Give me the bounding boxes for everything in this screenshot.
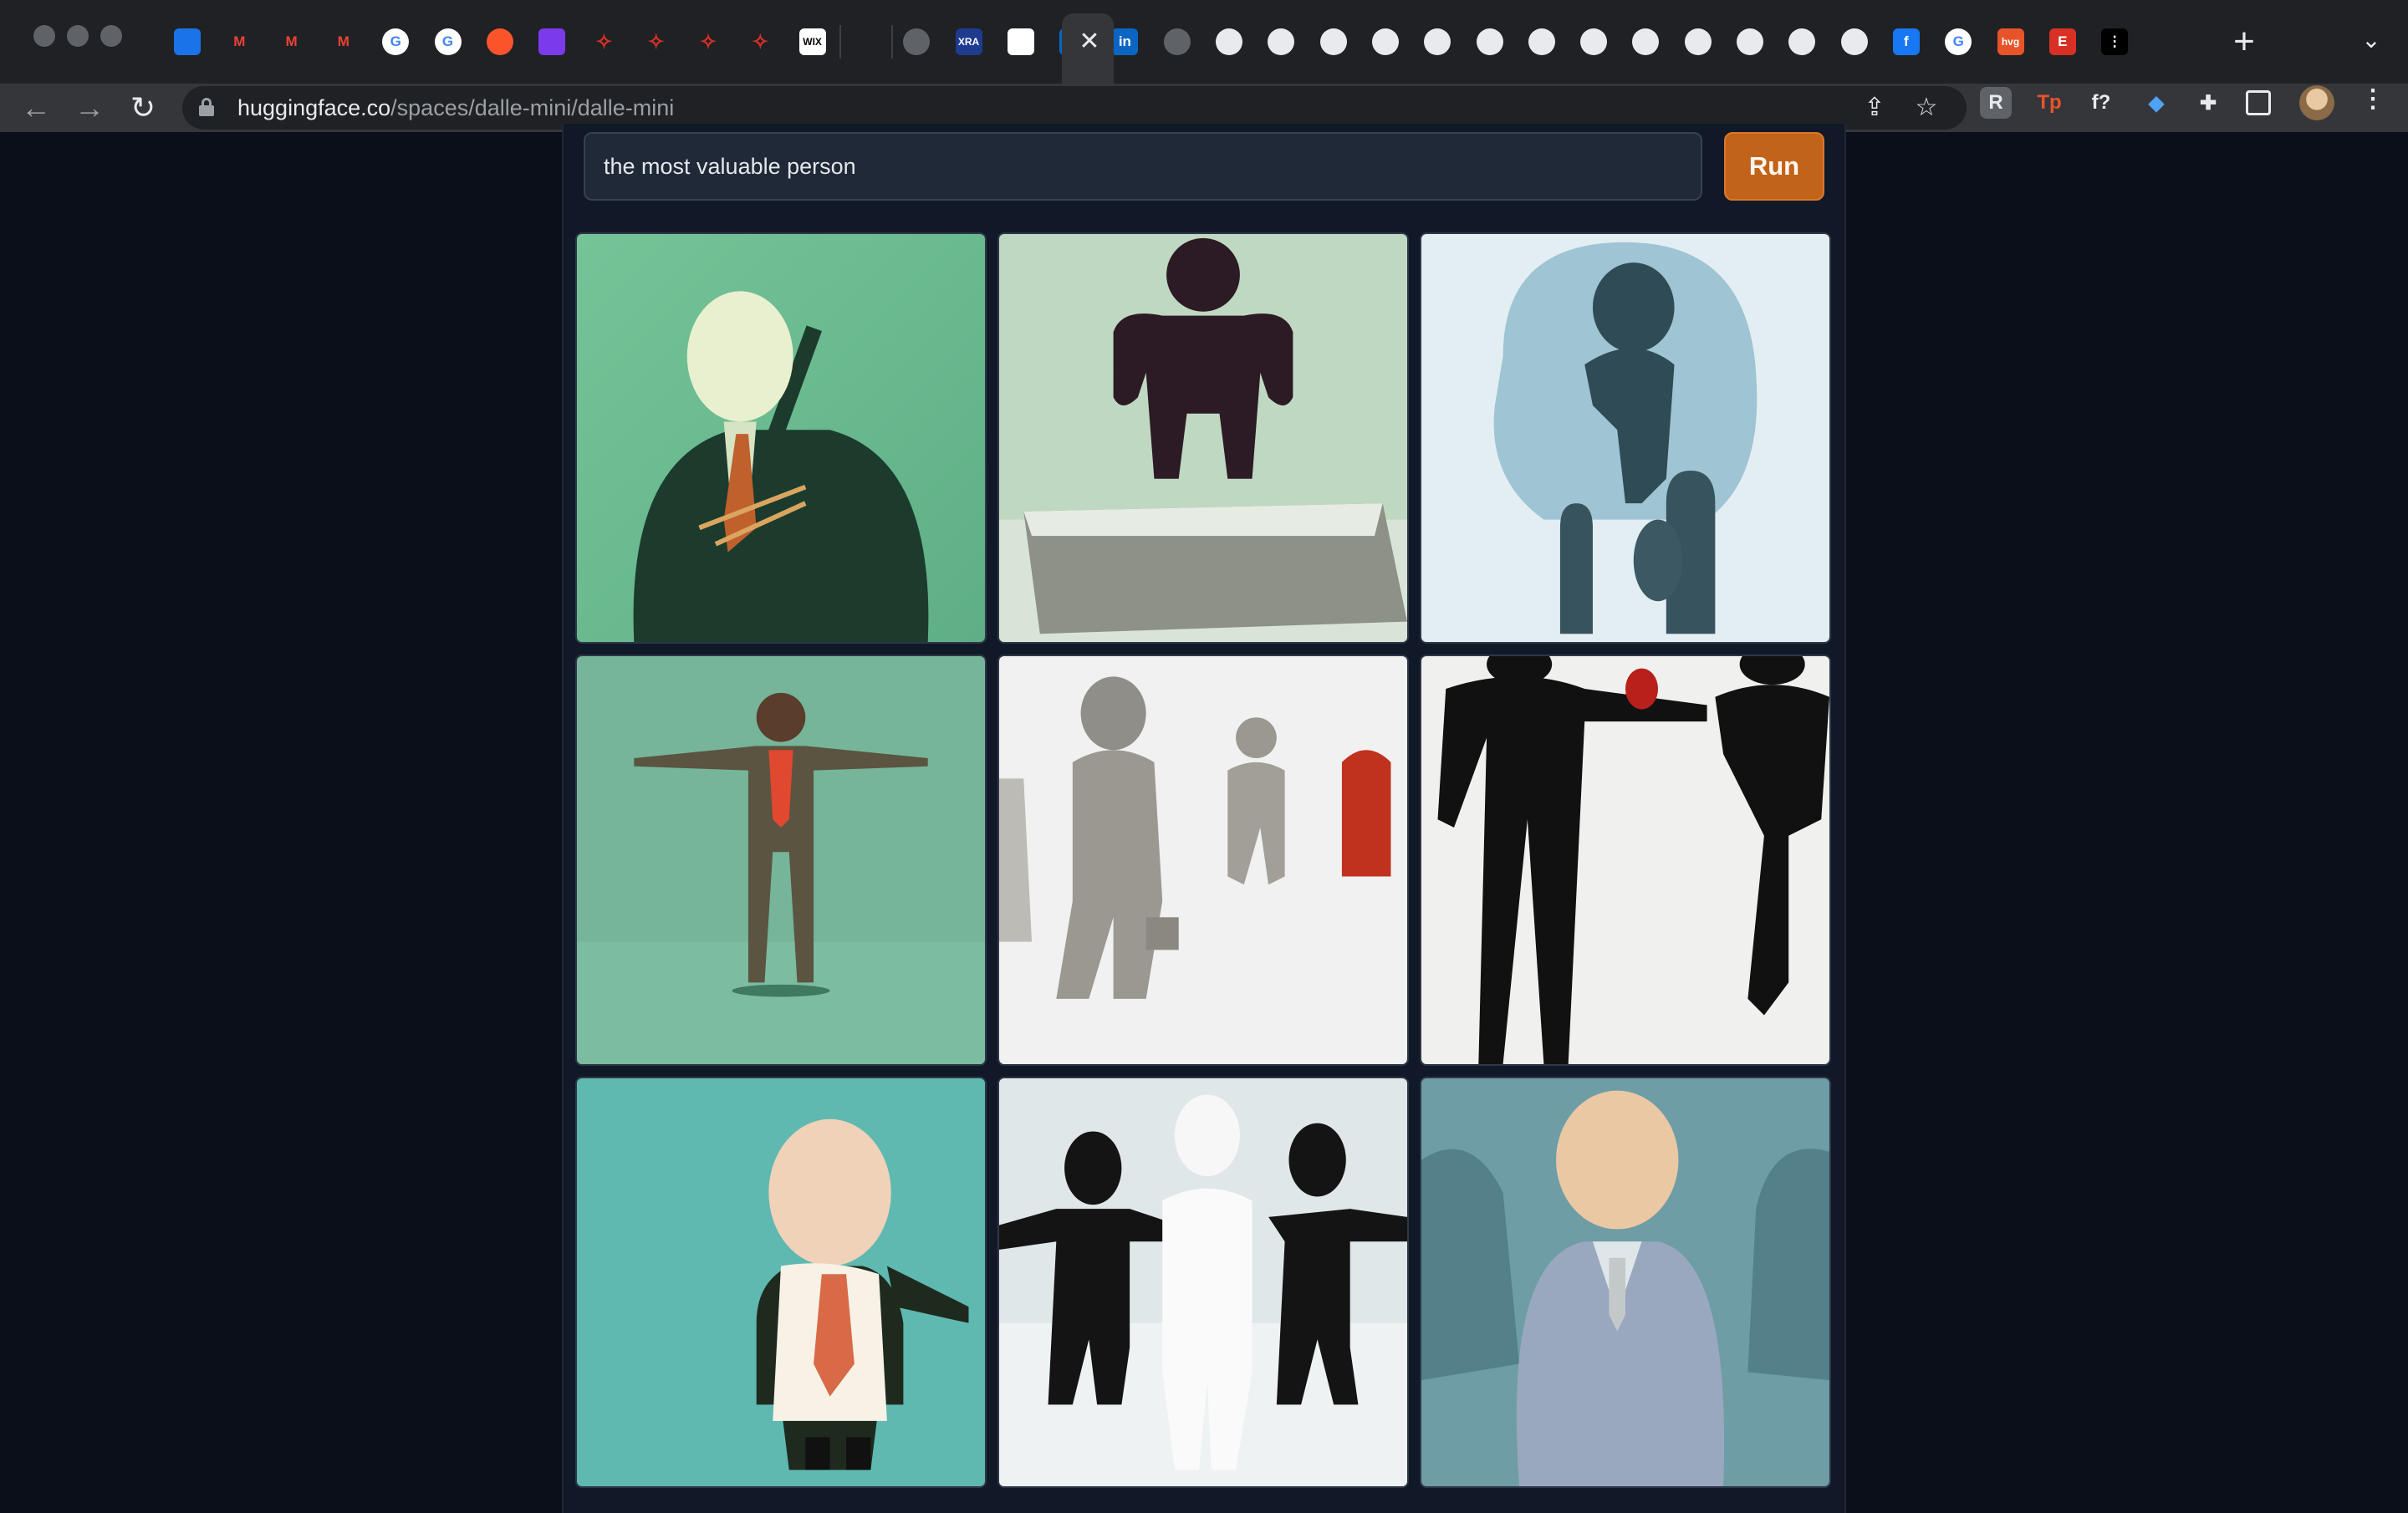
businessman-green-image [577,234,985,642]
etsy-icon[interactable]: E [2048,28,2076,55]
result-image[interactable] [997,655,1409,1066]
gear-icon[interactable] [1632,28,1660,55]
rocket-icon[interactable]: ✧ [747,28,774,55]
forward-button[interactable]: → [69,87,110,129]
tab-close-icon[interactable]: ✕ [1074,27,1105,57]
gear-icon[interactable] [1580,28,1608,55]
result-image[interactable] [997,232,1409,644]
faceless-suit-image [1421,1078,1829,1486]
share-icon[interactable]: ⇪ [1860,93,1890,123]
new-tab-button[interactable]: + [2226,23,2263,60]
rocket-icon[interactable]: ✧ [642,28,670,55]
page-content: the most valuable person Run [0,124,2408,1513]
url-path: /spaces/dalle-mini/dalle-mini [390,95,675,120]
white-square-icon[interactable] [1007,28,1034,55]
tab-search-chevron-icon[interactable]: ⌄ [2356,25,2386,55]
font-extension-icon[interactable]: f? [2085,87,2117,119]
facebook-icon[interactable]: f [1892,28,1920,55]
brave-icon[interactable] [486,28,513,55]
gear-icon[interactable] [1476,28,1503,55]
window-minimize-icon[interactable] [67,25,89,47]
r-extension-icon[interactable]: R [1980,87,2012,119]
gear-icon[interactable] [1424,28,1451,55]
hvg-icon[interactable]: hvg [1997,28,2024,55]
figure-on-podium-image [999,234,1407,642]
gear-icon[interactable] [1528,28,1555,55]
gear-icon[interactable] [1684,28,1712,55]
rocket-icon[interactable]: ✧ [695,28,722,55]
wix-icon[interactable]: WIX [798,28,826,55]
gray-figures-walking-image [999,656,1407,1064]
sidepanel-icon[interactable] [2246,90,2271,115]
gmail-icon[interactable]: M [226,28,253,55]
reload-button[interactable]: ↻ [122,87,164,129]
back-button[interactable]: ← [15,87,57,129]
three-figures-image [999,1078,1407,1486]
google-icon[interactable]: G [1945,28,1972,55]
gear-icon[interactable] [1268,28,1295,55]
github-icon[interactable] [1840,28,1868,55]
globe-icon[interactable] [1163,28,1191,55]
url-host: huggingface.co [237,95,391,120]
window-zoom-icon[interactable] [100,25,122,47]
figure-arms-out-image [577,656,985,1064]
google-icon[interactable]: G [382,28,410,55]
result-image[interactable] [1420,655,1831,1066]
black-figures-shaking-image [1421,656,1829,1064]
bookmark-star-icon[interactable]: ☆ [1911,93,1941,123]
result-image[interactable] [1420,232,1831,644]
tp-extension-icon[interactable]: Tp [2033,87,2065,119]
result-image[interactable] [575,655,987,1066]
tab-strip: MMMGG✧✧✧✧WIXXRAininfGhvgE⋮ ✕ + ⌄ [0,0,2408,84]
bald-man-tie-image [577,1078,985,1486]
browser-menu-icon[interactable]: ⋮ [2358,84,2388,115]
gmail-icon[interactable]: M [278,28,305,55]
result-image[interactable] [1420,1077,1831,1488]
gear-icon[interactable] [1371,28,1399,55]
gear-icon[interactable] [1737,28,1763,55]
gear-icon[interactable] [1319,28,1347,55]
obsidian-icon[interactable] [538,28,566,55]
blank-icon[interactable] [850,28,878,55]
linkedin-icon[interactable]: in [1111,28,1139,55]
gmail-icon[interactable]: M [329,28,357,55]
dots-icon[interactable]: ⋮ [2101,28,2129,55]
window-close-icon[interactable] [33,25,55,47]
figure-head-silhouette-image [1421,234,1829,642]
puzzle-extensions-icon[interactable]: ✚ [2192,87,2224,119]
tab-separator [839,25,841,59]
gem-icon[interactable] [174,28,201,55]
globe-icon[interactable] [903,28,931,55]
gem-extension-icon[interactable]: ◆ [2140,87,2172,119]
profile-avatar[interactable] [2299,85,2334,120]
lock-icon[interactable] [199,98,214,116]
result-image[interactable] [575,232,987,644]
result-image[interactable] [997,1077,1409,1488]
prompt-input[interactable]: the most valuable person [584,132,1702,201]
rocket-icon[interactable]: ✧ [590,28,618,55]
google-icon[interactable]: G [434,28,462,55]
gear-icon[interactable] [1216,28,1242,55]
xra-icon[interactable]: XRA [955,28,982,55]
gear-icon[interactable] [1788,28,1816,55]
tab-separator [890,25,893,59]
run-button[interactable]: Run [1724,132,1824,201]
result-image[interactable] [575,1077,987,1488]
